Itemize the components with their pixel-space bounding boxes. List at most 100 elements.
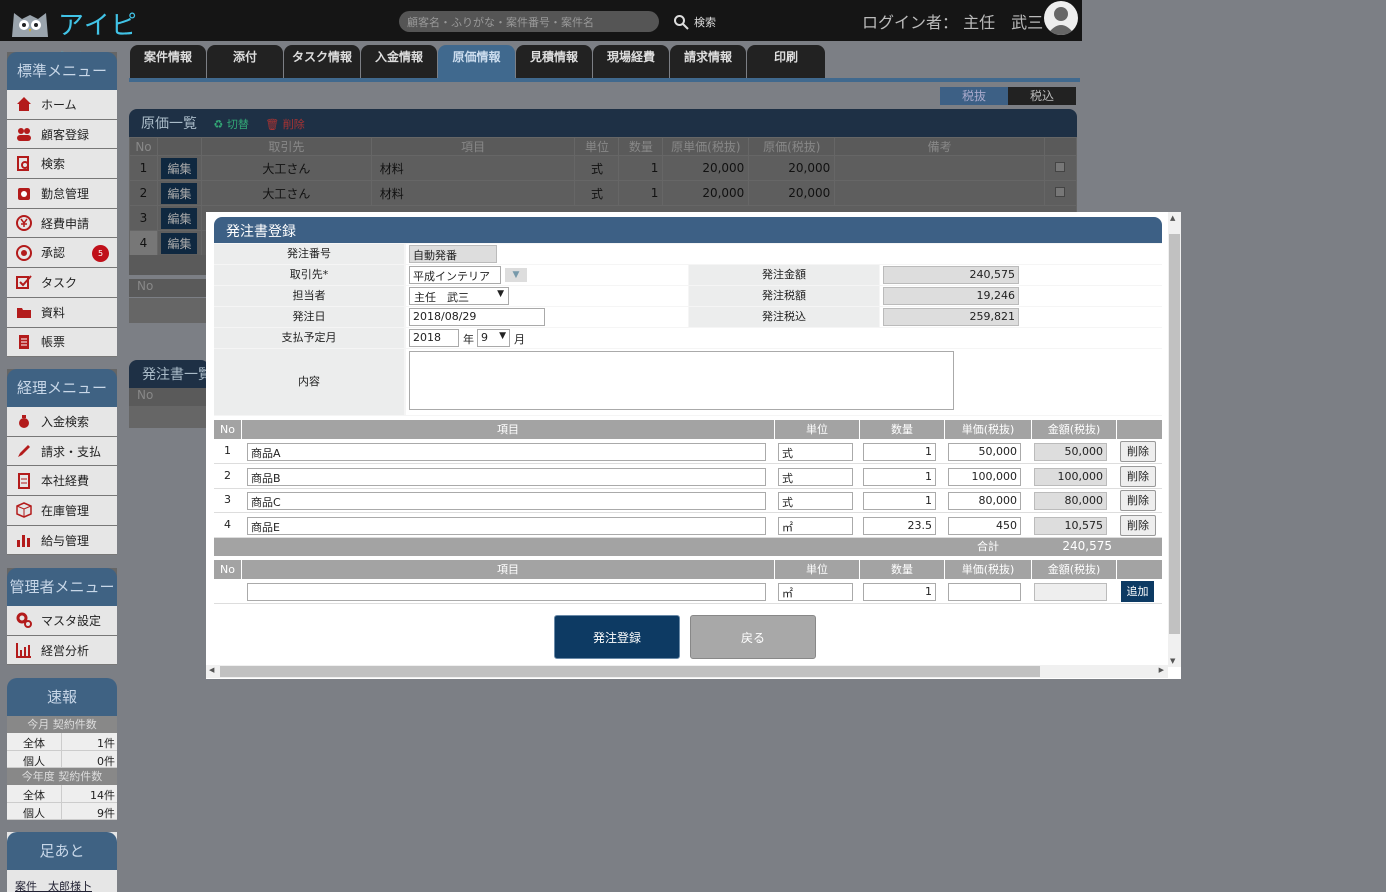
tab-site-expense[interactable]: 現場経費 (593, 45, 669, 78)
edit-button[interactable]: 編集 (161, 157, 198, 179)
tax-excluded-toggle[interactable]: 税抜 (940, 87, 1008, 105)
sidebar-item-hq-expense[interactable]: 本社経費 (7, 466, 117, 497)
line-unit-field[interactable]: ㎡ (778, 516, 853, 535)
sidebar-item-analytics[interactable]: 経営分析 (7, 635, 117, 666)
vertical-scrollbar[interactable]: ▲ ▼ (1168, 212, 1181, 667)
clock-icon (16, 185, 32, 201)
switch-button[interactable]: ♻ 切替 (213, 118, 248, 131)
scroll-left-icon[interactable]: ◀ (209, 666, 214, 674)
ledger-icon (16, 334, 32, 350)
content-textarea[interactable] (409, 351, 954, 410)
tab-billing-info[interactable]: 請求情報 (670, 45, 746, 78)
order-number-label: 発注番号 (214, 244, 404, 264)
sidebar-item-payroll[interactable]: 給与管理 (7, 525, 117, 556)
line-item-row: 3 商品C 式 1 80,000 80,000 削除 (214, 489, 1162, 513)
line-delete-button[interactable]: 削除 (1120, 465, 1156, 487)
app-logo[interactable]: アイピア (8, 3, 158, 78)
sidebar-item-task[interactable]: タスク (7, 268, 117, 298)
line-unit-field[interactable]: 式 (778, 443, 853, 461)
line-qty-field[interactable]: 23.5 (863, 516, 936, 535)
edit-button[interactable]: 編集 (161, 232, 198, 254)
add-line-button[interactable]: 追加 (1121, 581, 1154, 602)
scroll-up-icon[interactable]: ▲ (1170, 214, 1175, 222)
line-price-field[interactable]: 450 (948, 516, 1021, 535)
tab-attachments[interactable]: 添付 (207, 45, 283, 78)
line-price-field[interactable]: 100,000 (948, 467, 1021, 486)
search-button[interactable]: 検索 (694, 14, 716, 30)
payment-year-field[interactable]: 2018 (409, 329, 459, 347)
new-unit-field[interactable]: ㎡ (778, 583, 853, 601)
new-item-field[interactable] (247, 583, 766, 601)
footprint-link[interactable]: 案件 太郎様卜 (7, 870, 117, 892)
tax-included-toggle[interactable]: 税込 (1008, 87, 1076, 105)
sidebar-item-billing[interactable]: 請求・支払 (7, 436, 117, 467)
tab-estimate-info[interactable]: 見積情報 (516, 45, 592, 78)
month-unit: 月 (514, 333, 525, 346)
scroll-down-icon[interactable]: ▼ (1170, 657, 1175, 665)
scroll-right-icon[interactable]: ▶ (1159, 666, 1164, 674)
edit-button[interactable]: 編集 (161, 182, 198, 204)
horizontal-scroll-thumb[interactable] (220, 666, 1040, 677)
new-amount-field (1034, 583, 1107, 601)
users-icon (16, 126, 32, 142)
line-price-field[interactable]: 80,000 (948, 492, 1021, 510)
line-item-field[interactable]: 商品C (247, 492, 766, 510)
tab-task-info[interactable]: タスク情報 (284, 45, 360, 78)
tab-underline (129, 78, 1080, 82)
staff-select[interactable]: 主任 武三 ▼ (409, 287, 509, 305)
line-item-field[interactable]: 商品E (247, 516, 766, 535)
new-price-field[interactable] (948, 583, 1021, 601)
sidebar-item-forms[interactable]: 帳票 (7, 327, 117, 358)
line-item-field[interactable]: 商品B (247, 467, 766, 486)
avatar[interactable] (1044, 1, 1078, 35)
month-contracts-label: 今月 契約件数 (7, 716, 117, 733)
line-unit-field[interactable]: 式 (778, 467, 853, 486)
row-checkbox[interactable] (1055, 162, 1066, 172)
tab-project-info[interactable]: 案件情報 (130, 45, 206, 78)
tab-cost-info[interactable]: 原価情報 (438, 45, 515, 78)
sidebar-item-expense[interactable]: 経費申請 (7, 208, 117, 239)
submit-order-button[interactable]: 発注登録 (554, 615, 680, 659)
order-number-field: 自動発番 (409, 245, 497, 263)
vendor-field[interactable]: 平成インテリア (409, 266, 501, 284)
vertical-scroll-thumb[interactable] (1169, 234, 1180, 634)
content-label: 内容 (214, 349, 404, 415)
new-qty-field[interactable]: 1 (863, 583, 936, 601)
line-delete-button[interactable]: 削除 (1120, 441, 1156, 462)
tab-print[interactable]: 印刷 (747, 45, 825, 78)
line-amount-field: 10,575 (1034, 516, 1107, 535)
line-item-field[interactable]: 商品A (247, 443, 766, 461)
edit-button[interactable]: 編集 (161, 207, 198, 229)
sidebar-item-search[interactable]: 検索 (7, 149, 117, 180)
sidebar-item-inventory[interactable]: 在庫管理 (7, 496, 117, 526)
back-button[interactable]: 戻る (690, 615, 816, 659)
order-list-no-header: No (129, 388, 209, 406)
delete-list-button[interactable]: 🗑 削除 (265, 118, 304, 131)
sidebar-item-documents[interactable]: 資料 (7, 297, 117, 328)
line-qty-field[interactable]: 1 (863, 467, 936, 486)
sidebar-item-payment-search[interactable]: 入金検索 (7, 407, 117, 437)
line-delete-button[interactable]: 削除 (1120, 514, 1156, 536)
sidebar-item-attendance[interactable]: 勤怠管理 (7, 179, 117, 209)
row-checkbox[interactable] (1055, 187, 1066, 197)
sidebar-item-master-settings[interactable]: マスタ設定 (7, 606, 117, 636)
line-price-field[interactable]: 50,000 (948, 443, 1021, 461)
search-icon[interactable] (673, 14, 689, 30)
vendor-dropdown[interactable]: ▼ (505, 268, 527, 282)
sidebar-item-home[interactable]: ホーム (7, 90, 117, 120)
line-qty-field[interactable]: 1 (863, 443, 936, 461)
order-tax-field: 19,246 (883, 287, 1019, 305)
order-date-field[interactable]: 2018/08/29 (409, 308, 545, 326)
line-delete-button[interactable]: 削除 (1120, 490, 1156, 511)
sidebar-item-customer-register[interactable]: 顧客登録 (7, 119, 117, 150)
line-no: 1 (224, 444, 231, 457)
search-input[interactable]: 顧客名・ふりがな・案件番号・案件名 (399, 11, 659, 32)
list-footer-band (129, 255, 209, 275)
line-qty-field[interactable]: 1 (863, 492, 936, 510)
horizontal-scrollbar[interactable]: ◀ ▶ (206, 665, 1168, 678)
line-unit-field[interactable]: 式 (778, 492, 853, 510)
order-total-label: 発注税込 (689, 307, 879, 327)
table-header-row: No 取引先 項目 単位 数量 原単価(税抜) 原価(税抜) 備考 (129, 137, 1078, 156)
tab-payment-info[interactable]: 入金情報 (361, 45, 437, 78)
payment-month-select[interactable]: 9 ▼ (477, 329, 510, 347)
